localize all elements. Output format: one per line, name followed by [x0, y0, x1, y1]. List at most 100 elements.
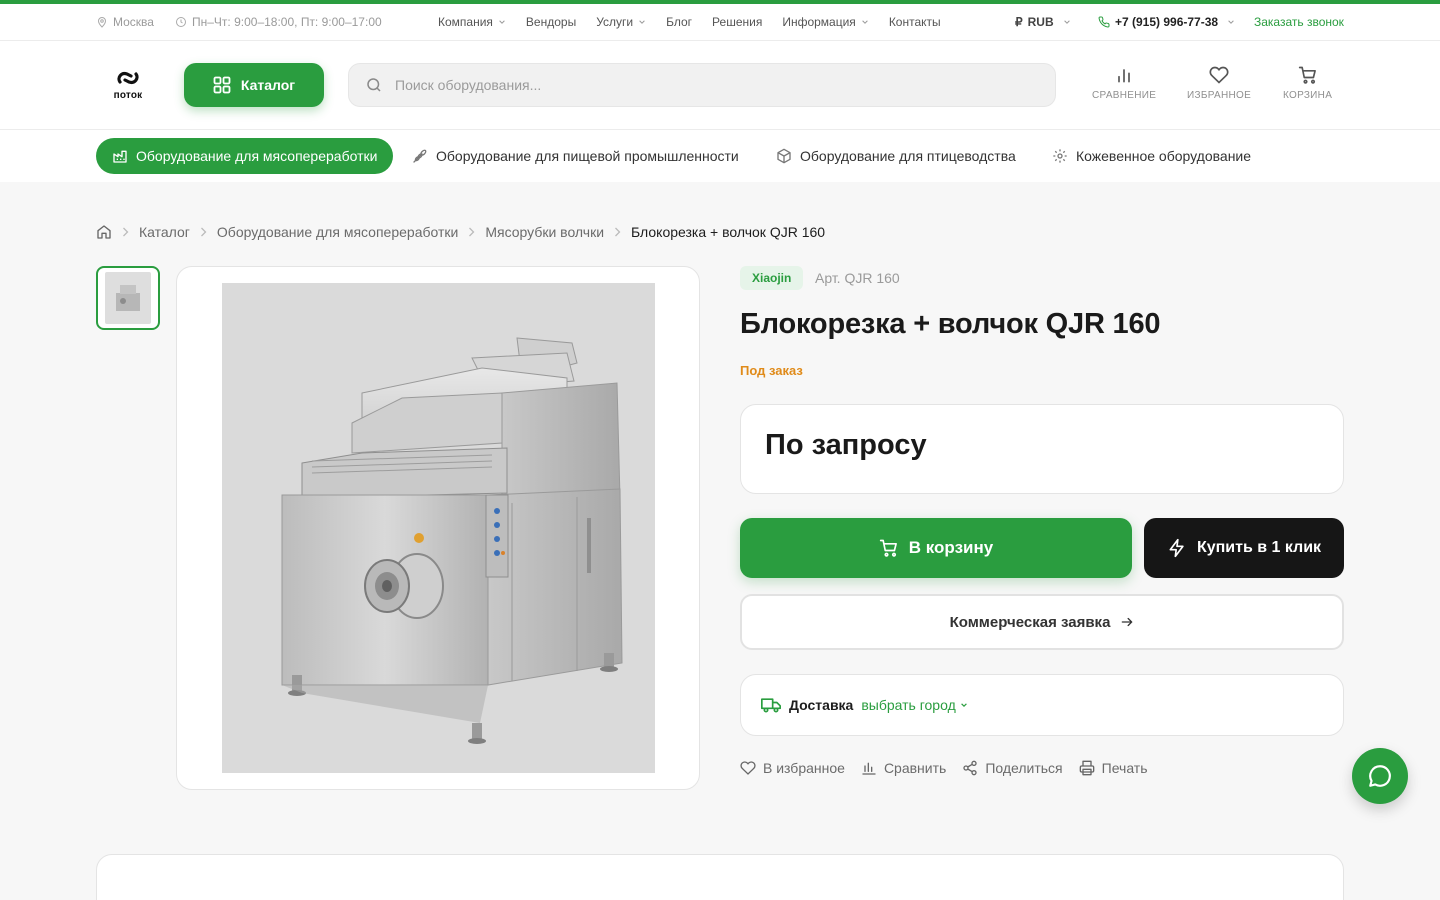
- cart-icon: [879, 538, 899, 558]
- chevron-right-icon: [123, 227, 129, 237]
- chevron-down-icon: [639, 20, 645, 24]
- chevron-right-icon: [615, 227, 621, 237]
- nav-company-label: Компания: [438, 15, 493, 29]
- city-selector[interactable]: Москва: [96, 4, 154, 40]
- search-input[interactable]: [395, 77, 995, 93]
- gear-icon: [1052, 148, 1068, 164]
- breadcrumb-current: Блокорезка + волчок QJR 160: [631, 224, 826, 240]
- add-to-cart-label: В корзину: [908, 538, 994, 557]
- product-title: Блокорезка + волчок QJR 160: [740, 308, 1161, 340]
- chevron-down-icon: [862, 20, 868, 24]
- category-label: Оборудование для пищевой промышленности: [436, 148, 739, 164]
- commercial-request-button[interactable]: Коммерческая заявка: [740, 594, 1344, 650]
- printer-icon: [1079, 760, 1095, 776]
- main-header: поток Каталог СРАВНЕНИЕ ИЗБРАННОЕ КОРЗИН…: [0, 41, 1440, 130]
- price-box: По запросу: [740, 404, 1344, 494]
- product-details-card: [96, 854, 1344, 900]
- product-image[interactable]: [222, 283, 655, 773]
- nav-vendors-label: Вендоры: [525, 15, 577, 29]
- nav-blog-label: Блог: [666, 15, 693, 29]
- catalog-button[interactable]: Каталог: [184, 63, 324, 107]
- product-gallery: [176, 266, 700, 790]
- buy-one-click-label: Купить в 1 клик: [1196, 539, 1322, 556]
- cart-link[interactable]: КОРЗИНА: [1283, 65, 1332, 101]
- category-leather[interactable]: Кожевенное оборудование: [1036, 138, 1267, 174]
- breadcrumb: Каталог Оборудование для мясопереработки…: [96, 222, 825, 242]
- add-to-favorites-link[interactable]: В избранное: [740, 760, 845, 776]
- search-icon: [365, 76, 383, 94]
- breadcrumb-link[interactable]: Оборудование для мясопереработки: [217, 224, 458, 240]
- print-link[interactable]: Печать: [1079, 760, 1148, 776]
- compare-label: СРАВНЕНИЕ: [1092, 90, 1157, 101]
- delivery-city-label: выбрать город: [861, 697, 956, 713]
- compare-link[interactable]: СРАВНЕНИЕ: [1092, 65, 1156, 101]
- site-logo[interactable]: поток: [108, 68, 148, 101]
- wheat-icon: [412, 148, 428, 164]
- category-food-industry[interactable]: Оборудование для пищевой промышленности: [396, 138, 755, 174]
- delivery-label: Доставка: [789, 697, 854, 713]
- category-label: Оборудование для мясопереработки: [136, 148, 378, 164]
- buy-one-click-button[interactable]: Купить в 1 клик: [1144, 518, 1344, 578]
- bar-chart-icon: [861, 760, 877, 776]
- product-sku: Арт. QJR 160: [815, 270, 900, 286]
- favorite-label: В избранное: [763, 760, 845, 776]
- nav-company[interactable]: Компания: [438, 15, 506, 29]
- currency-label: RUB: [1027, 15, 1054, 29]
- breadcrumb-link[interactable]: Мясорубки волчки: [485, 224, 604, 240]
- category-poultry[interactable]: Оборудование для птицеводства: [760, 138, 1032, 174]
- bar-chart-icon: [1114, 65, 1134, 85]
- factory-icon: [112, 148, 128, 164]
- favorites-label: ИЗБРАННОЕ: [1187, 90, 1252, 101]
- phone-icon: [1098, 16, 1110, 28]
- nav-blog[interactable]: Блог: [666, 15, 692, 29]
- brand-badge[interactable]: Xiaojin: [740, 266, 804, 290]
- product-price: По запросу: [765, 429, 927, 461]
- nav-information[interactable]: Информация: [782, 15, 868, 29]
- breadcrumb-link[interactable]: Каталог: [139, 224, 190, 240]
- category-nav: Оборудование для мясопереработки Оборудо…: [0, 130, 1440, 182]
- logo-text: поток: [113, 90, 143, 101]
- nav-services-label: Услуги: [596, 15, 634, 29]
- thumbnail-image: [105, 272, 151, 324]
- nav-information-label: Информация: [782, 15, 856, 29]
- share-icon: [962, 760, 978, 776]
- clock-icon: [175, 16, 187, 28]
- working-hours: Пн–Чт: 9:00–18:00, Пт: 9:00–17:00: [175, 4, 382, 40]
- arrow-right-icon: [1120, 615, 1134, 629]
- cart-label: КОРЗИНА: [1283, 90, 1333, 101]
- favorites-link[interactable]: ИЗБРАННОЕ: [1187, 65, 1251, 101]
- search-bar: [348, 63, 1056, 107]
- category-meat-processing[interactable]: Оборудование для мясопереработки: [96, 138, 394, 174]
- currency-selector[interactable]: ₽ RUB: [1015, 4, 1071, 40]
- category-label: Кожевенное оборудование: [1076, 148, 1252, 164]
- compare-link[interactable]: Сравнить: [861, 760, 946, 776]
- logo-mark-icon: [117, 72, 139, 84]
- share-label: Поделиться: [985, 760, 1063, 776]
- top-nav: Компания Вендоры Услуги Блог Решения Инф…: [438, 4, 941, 40]
- chat-button[interactable]: [1352, 748, 1408, 804]
- city-label: Москва: [113, 15, 154, 29]
- nav-vendors[interactable]: Вендоры: [526, 15, 576, 29]
- nav-contacts-label: Контакты: [888, 15, 941, 29]
- chevron-down-icon: [1228, 20, 1234, 24]
- nav-services[interactable]: Услуги: [596, 15, 646, 29]
- gallery-thumbnail[interactable]: [96, 266, 160, 330]
- delivery-city-selector[interactable]: выбрать город: [861, 697, 967, 713]
- nav-contacts[interactable]: Контакты: [889, 15, 941, 29]
- chat-bubble-icon: [1367, 763, 1393, 789]
- phone-number: +7 (915) 996-77-38: [1115, 15, 1219, 29]
- location-pin-icon: [96, 16, 108, 28]
- availability-status: Под заказ: [740, 363, 803, 378]
- home-icon[interactable]: [96, 224, 112, 240]
- callback-link[interactable]: Заказать звонок: [1254, 4, 1344, 40]
- compare-label: Сравнить: [883, 760, 947, 776]
- phone-link[interactable]: +7 (915) 996-77-38: [1098, 4, 1235, 40]
- product-actions: В избранное Сравнить Поделиться Печать: [740, 760, 1148, 776]
- share-link[interactable]: Поделиться: [962, 760, 1063, 776]
- chevron-down-icon: [960, 703, 967, 708]
- top-bar: Москва Пн–Чт: 9:00–18:00, Пт: 9:00–17:00…: [0, 4, 1440, 41]
- callback-label: Заказать звонок: [1254, 15, 1344, 29]
- nav-solutions[interactable]: Решения: [712, 15, 762, 29]
- add-to-cart-button[interactable]: В корзину: [740, 518, 1132, 578]
- chevron-right-icon: [200, 227, 207, 237]
